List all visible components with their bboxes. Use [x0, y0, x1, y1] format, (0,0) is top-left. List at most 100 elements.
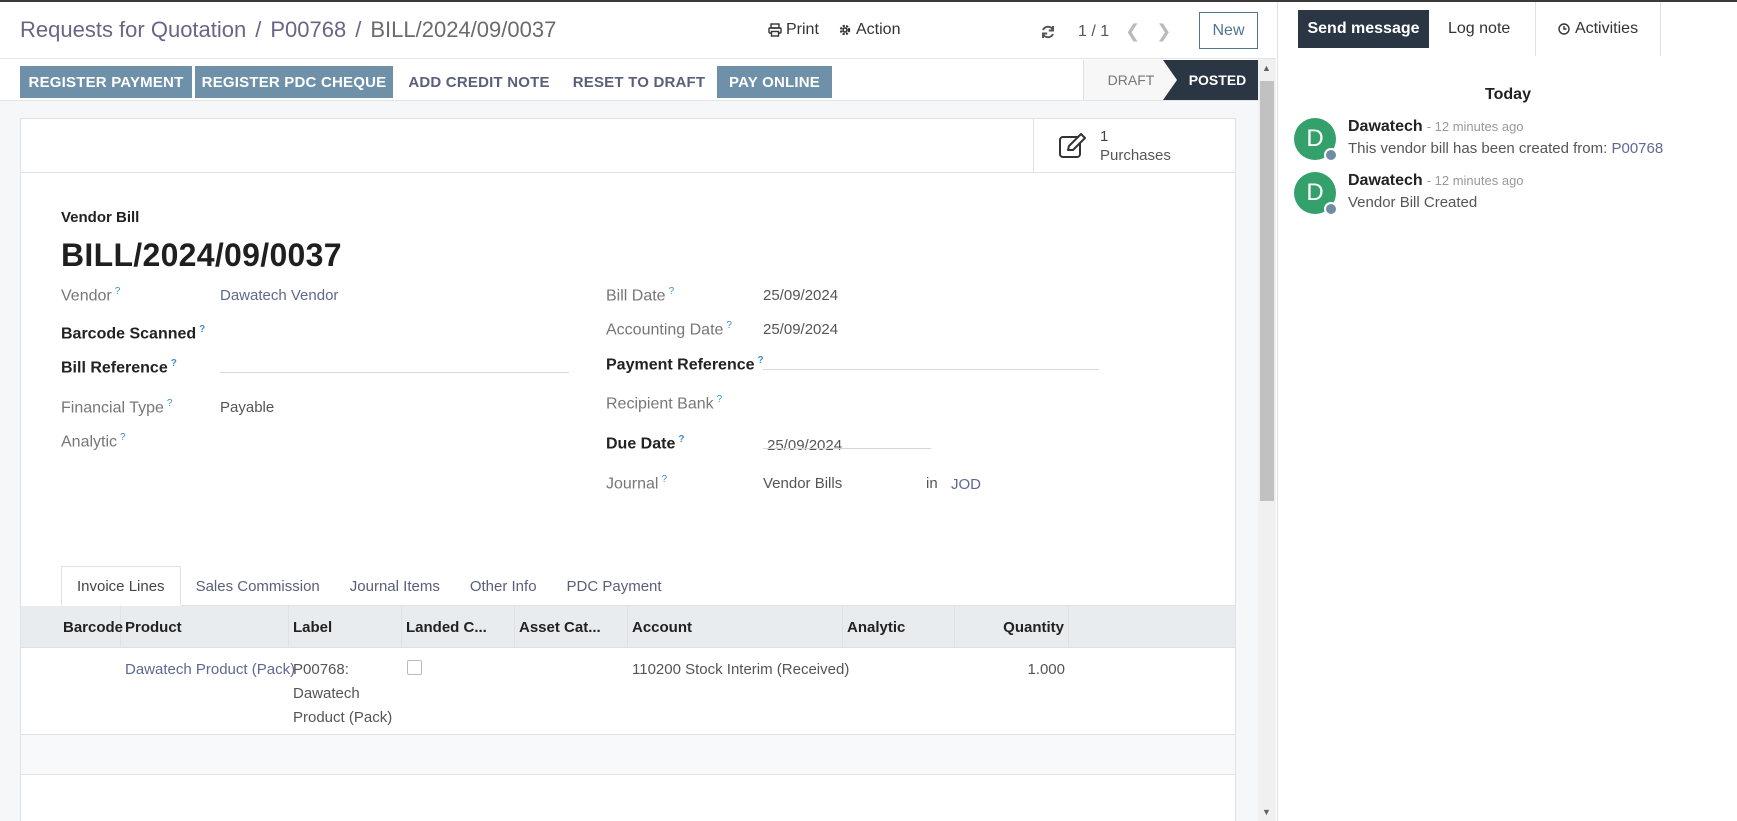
payment-reference-input[interactable]	[763, 369, 1099, 370]
help-icon[interactable]: ?	[115, 286, 121, 297]
bill-date-label: Bill Date?	[606, 286, 675, 305]
scrollbar[interactable]: ▲ ▼	[1258, 59, 1276, 821]
form-view: Requests for Quotation / P00768 / BILL/2024/…	[0, 2, 1276, 821]
status-bar: DRAFT POSTED	[1083, 60, 1258, 100]
breadcrumb: Requests for Quotation / P00768 / BILL/2024/…	[20, 17, 556, 43]
scroll-down-icon[interactable]: ▼	[1262, 807, 1271, 817]
row-landed-cost-checkbox[interactable]	[407, 660, 422, 675]
chatter-message: D Dawatech - 12 minutes ago Vendor Bill C…	[1278, 172, 1708, 222]
help-icon[interactable]: ?	[758, 355, 764, 366]
help-icon[interactable]: ?	[678, 434, 684, 445]
accounting-date-field[interactable]: 25/09/2024	[763, 321, 838, 338]
smart-button-row: 1 Purchases	[21, 119, 1235, 173]
column-asset-category[interactable]: Asset Cat...	[515, 606, 628, 648]
pager: 1 / 1 ❮ ❯	[1040, 21, 1171, 42]
column-product[interactable]: Product	[121, 606, 289, 648]
register-pdc-cheque-button[interactable]: REGISTER PDC CHEQUE	[195, 66, 393, 98]
message-author: Dawatech - 12 minutes ago	[1348, 118, 1524, 135]
purchases-smart-button[interactable]: 1 Purchases	[1033, 119, 1235, 173]
breadcrumb-current: BILL/2024/09/0037	[370, 17, 557, 42]
breadcrumb-separator: /	[255, 17, 262, 42]
journal-in-label: in	[926, 475, 938, 492]
status-dot-icon	[1324, 202, 1338, 216]
row-label[interactable]: P00768: Dawatech Product (Pack)	[293, 658, 401, 730]
print-icon	[768, 23, 782, 37]
bill-date-field[interactable]: 25/09/2024	[763, 287, 838, 304]
column-label[interactable]: Label	[289, 606, 402, 648]
chatter-message: D Dawatech - 12 minutes ago This vendor b…	[1278, 118, 1708, 168]
column-quantity[interactable]: Quantity	[955, 606, 1069, 648]
pay-online-button[interactable]: PAY ONLINE	[717, 66, 832, 98]
due-date-field[interactable]: 25/09/2024	[767, 437, 842, 454]
print-label: Print	[786, 21, 819, 38]
print-button[interactable]: Print	[768, 21, 819, 39]
pager-next-icon[interactable]: ❯	[1156, 21, 1171, 42]
message-link[interactable]: P00768	[1611, 140, 1663, 157]
column-barcode[interactable]: Barcode	[59, 606, 123, 648]
pager-previous-icon[interactable]: ❮	[1125, 21, 1140, 42]
status-posted: POSTED	[1163, 60, 1258, 100]
breadcrumb-separator: /	[355, 17, 362, 42]
column-analytic[interactable]: Analytic	[843, 606, 955, 648]
bill-reference-input[interactable]	[220, 372, 569, 373]
table-header: Barcode Product Label Landed C... Asset …	[21, 606, 1235, 648]
tab-sales-commission[interactable]: Sales Commission	[181, 566, 335, 606]
reset-to-draft-button[interactable]: RESET TO DRAFT	[564, 66, 714, 98]
journal-field[interactable]: Vendor Bills	[763, 475, 842, 492]
column-account[interactable]: Account	[628, 606, 843, 648]
barcode-scanned-label: Barcode Scanned?	[61, 324, 206, 343]
due-date-underline	[763, 448, 931, 449]
table-row[interactable]: Dawatech Product (Pack) P00768: Dawatech…	[21, 648, 1235, 735]
activities-button[interactable]: Activities	[1535, 2, 1661, 56]
log-note-button[interactable]: Log note	[1448, 10, 1510, 48]
message-time: - 12 minutes ago	[1426, 173, 1524, 188]
message-body: This vendor bill has been created from: …	[1348, 140, 1664, 157]
scroll-thumb[interactable]	[1260, 81, 1274, 501]
add-credit-note-button[interactable]: ADD CREDIT NOTE	[396, 66, 562, 98]
register-payment-button[interactable]: REGISTER PAYMENT	[20, 66, 192, 98]
breadcrumb-rfq[interactable]: Requests for Quotation	[20, 17, 246, 42]
chatter-topbar: Send message Log note Activities	[1278, 2, 1737, 56]
message-body: Vendor Bill Created	[1348, 194, 1478, 211]
column-landed-cost[interactable]: Landed C...	[402, 606, 515, 648]
help-icon[interactable]: ?	[726, 320, 732, 331]
help-icon[interactable]: ?	[167, 398, 173, 409]
action-button[interactable]: Action	[838, 21, 900, 39]
action-bar: REGISTER PAYMENT REGISTER PDC CHEQUE ADD…	[0, 59, 1258, 101]
help-icon[interactable]: ?	[120, 432, 126, 443]
form-sheet: 1 Purchases Vendor Bill BILL/2024/09/003…	[20, 118, 1236, 821]
notebook-tabs: Invoice Lines Sales Commission Journal I…	[61, 566, 677, 606]
message-author: Dawatech - 12 minutes ago	[1348, 172, 1524, 189]
analytic-label: Analytic?	[61, 432, 126, 451]
help-icon[interactable]: ?	[717, 394, 723, 405]
financial-type-field[interactable]: Payable	[220, 399, 274, 416]
new-button[interactable]: New	[1199, 12, 1258, 49]
tab-other-info[interactable]: Other Info	[455, 566, 552, 606]
row-account[interactable]: 110200 Stock Interim (Received)	[632, 658, 849, 682]
help-icon[interactable]: ?	[171, 358, 177, 369]
breadcrumb-po[interactable]: P00768	[270, 17, 346, 42]
row-product[interactable]: Dawatech Product (Pack)	[125, 658, 295, 682]
activities-label: Activities	[1574, 20, 1639, 37]
tab-invoice-lines[interactable]: Invoice Lines	[61, 566, 181, 606]
send-message-button[interactable]: Send message	[1298, 10, 1429, 48]
row-quantity[interactable]: 1.000	[955, 658, 1065, 682]
refresh-icon[interactable]	[1040, 24, 1056, 40]
bill-reference-label: Bill Reference?	[61, 358, 177, 377]
document-name: BILL/2024/09/0037	[61, 237, 342, 273]
currency-field[interactable]: JOD	[951, 476, 981, 493]
purchases-label: Purchases	[1100, 147, 1171, 164]
vendor-field[interactable]: Dawatech Vendor	[220, 287, 338, 304]
help-icon[interactable]: ?	[199, 324, 205, 335]
gear-icon	[839, 24, 851, 36]
accounting-date-label: Accounting Date?	[606, 320, 732, 339]
clock-icon	[1558, 23, 1570, 35]
help-icon[interactable]: ?	[669, 286, 675, 297]
pager-value[interactable]: 1 / 1	[1078, 23, 1109, 41]
status-dot-icon	[1324, 148, 1338, 162]
tab-pdc-payment[interactable]: PDC Payment	[552, 566, 677, 606]
help-icon[interactable]: ?	[661, 474, 667, 485]
scroll-up-icon[interactable]: ▲	[1262, 63, 1271, 73]
tab-journal-items[interactable]: Journal Items	[335, 566, 455, 606]
status-draft[interactable]: DRAFT	[1083, 60, 1178, 100]
